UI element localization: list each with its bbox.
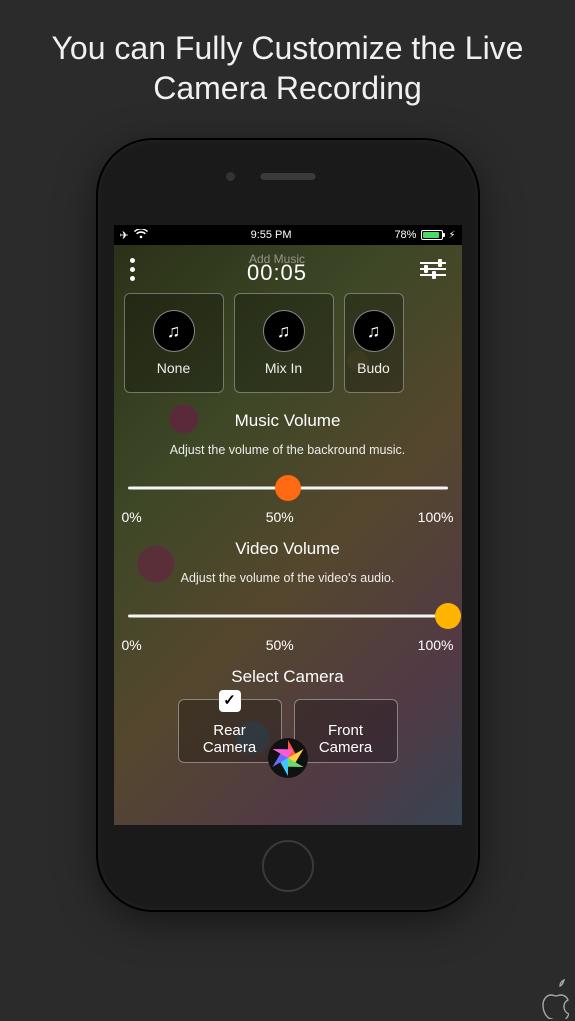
promo-headline: You can Fully Customize the Live Camera …: [0, 0, 575, 118]
music-volume-subtitle: Adjust the volume of the backround music…: [124, 437, 452, 467]
record-timer: 00:05: [139, 260, 416, 286]
music-option-third[interactable]: ♫ Budo: [344, 293, 404, 393]
music-note-icon: ♫: [263, 310, 305, 352]
tick-label: 100%: [418, 637, 454, 653]
checkmark-icon: ✓: [219, 690, 241, 712]
tick-label: 0%: [122, 509, 142, 525]
video-volume-title: Video Volume: [124, 529, 452, 565]
settings-sliders-button[interactable]: [416, 258, 450, 280]
battery-icon: [421, 230, 443, 240]
battery-percentage: 78%: [394, 229, 416, 241]
camera-option-rear[interactable]: ✓ RearCamera: [178, 699, 282, 763]
music-note-icon: ♫: [153, 310, 195, 352]
home-button: [262, 840, 314, 892]
music-volume-title: Music Volume: [124, 401, 452, 437]
tick-label: 50%: [266, 637, 294, 653]
video-volume-subtitle: Adjust the volume of the video's audio.: [124, 565, 452, 595]
music-option-none[interactable]: ♫ None: [124, 293, 224, 393]
music-volume-slider[interactable]: [128, 475, 448, 501]
status-time: 9:55 PM: [251, 229, 292, 241]
music-option-label: None: [157, 360, 190, 376]
select-camera-title: Select Camera: [124, 657, 452, 693]
watermark-logo: [535, 979, 569, 1019]
tick-label: 100%: [418, 509, 454, 525]
more-menu-button[interactable]: [126, 254, 139, 285]
status-bar: ✈︎ 9:55 PM 78% ⚡︎: [114, 225, 462, 245]
music-option-label: Mix In: [265, 360, 302, 376]
camera-option-label: RearCamera: [203, 722, 256, 757]
charging-icon: ⚡︎: [448, 230, 455, 241]
music-note-icon: ♫: [353, 310, 395, 352]
music-option-label: Budo: [357, 360, 390, 376]
airplane-mode-icon: ✈︎: [120, 229, 129, 242]
camera-option-label: FrontCamera: [319, 722, 372, 757]
music-options-row: ♫ None ♫ Mix In ♫ Budo: [124, 293, 452, 393]
music-volume-ticks: 0% 50% 100%: [122, 503, 454, 529]
video-volume-slider[interactable]: [128, 603, 448, 629]
tick-label: 0%: [122, 637, 142, 653]
phone-frame: ✈︎ 9:55 PM 78% ⚡︎ Add M: [98, 140, 478, 910]
camera-option-front[interactable]: FrontCamera: [294, 699, 398, 763]
music-option-mixin[interactable]: ♫ Mix In: [234, 293, 334, 393]
screen: ✈︎ 9:55 PM 78% ⚡︎ Add M: [114, 225, 462, 825]
wifi-icon: [134, 229, 148, 242]
tick-label: 50%: [266, 509, 294, 525]
video-volume-ticks: 0% 50% 100%: [122, 631, 454, 657]
